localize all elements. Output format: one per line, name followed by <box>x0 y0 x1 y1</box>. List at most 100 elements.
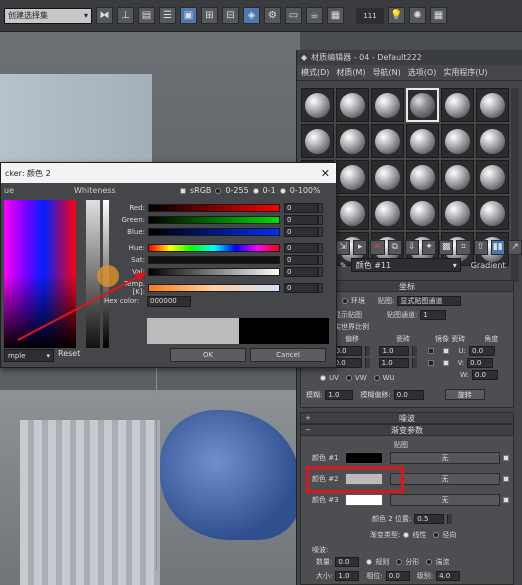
material-slot[interactable] <box>336 124 369 158</box>
wu-radio[interactable] <box>373 375 380 381</box>
color3-swatch[interactable] <box>345 494 383 506</box>
temp-slider[interactable] <box>148 283 280 292</box>
temp-input[interactable]: 0 <box>284 282 318 293</box>
material-name-field[interactable]: 颜色 #11 ▾ <box>350 258 461 272</box>
color2-position-spinner[interactable] <box>447 514 453 524</box>
tiling-u-input[interactable]: 1.0 <box>379 346 410 356</box>
angle-u-input[interactable]: 0.0 <box>468 346 495 356</box>
uv-radio[interactable] <box>320 375 326 381</box>
sat-slider[interactable] <box>148 255 280 264</box>
material-slot[interactable] <box>476 196 509 230</box>
mode-0-100-radio[interactable] <box>279 187 286 194</box>
levels-input[interactable]: 4.0 <box>436 571 461 581</box>
tiling-v-input[interactable]: 1.0 <box>378 358 409 368</box>
material-slot[interactable] <box>441 160 474 194</box>
render-icon[interactable]: ☕ <box>306 7 323 24</box>
go-sibling-icon[interactable]: ▮▮ <box>490 239 505 255</box>
material-slot[interactable] <box>476 88 509 122</box>
ok-button[interactable]: OK <box>170 348 246 362</box>
color1-map-button[interactable]: 无 <box>390 452 500 464</box>
sat-spinner[interactable] <box>318 254 323 265</box>
layer-icon[interactable]: ▤ <box>138 7 155 24</box>
angle-v-input[interactable]: 0.0 <box>467 358 494 368</box>
hue-slider[interactable] <box>148 243 280 252</box>
val-slider[interactable] <box>148 267 280 276</box>
mode-0-255-radio[interactable] <box>215 187 222 194</box>
material-editor-icon[interactable]: ◈ <box>243 7 260 24</box>
menu-options[interactable]: 选项(O) <box>408 67 437 78</box>
pick-material-icon[interactable]: ↗ <box>507 239 522 255</box>
tiling-v-spinner[interactable] <box>411 358 417 368</box>
map-type-label[interactable]: Gradient <box>471 261 506 270</box>
blue-slider[interactable] <box>148 227 280 236</box>
hex-color-input[interactable]: 000000 <box>147 296 191 307</box>
mapping-select[interactable]: 显式贴图通道 <box>397 296 462 306</box>
go-parent-icon[interactable]: ⇧ <box>473 239 488 255</box>
color2-position-input[interactable]: 0.5 <box>414 514 445 524</box>
schematic-view-icon[interactable]: ⊞ <box>201 7 218 24</box>
close-icon[interactable]: ✕ <box>321 167 330 180</box>
material-slot[interactable] <box>441 196 474 230</box>
material-slot[interactable] <box>336 88 369 122</box>
rotate-button[interactable]: 旋转 <box>444 389 485 400</box>
hue-saturation-square[interactable] <box>4 200 76 348</box>
lightbulb-icon[interactable]: 💡 <box>388 7 405 24</box>
render-frame-icon[interactable]: ▭ <box>285 7 302 24</box>
material-slot[interactable] <box>406 124 439 158</box>
offset-v-spinner[interactable] <box>364 358 370 368</box>
sun-icon[interactable]: ✺ <box>409 7 426 24</box>
menu-mode[interactable]: 模式(D) <box>301 67 329 78</box>
blur-offset-input[interactable]: 0.0 <box>393 389 424 400</box>
material-slot[interactable] <box>476 160 509 194</box>
align-icon[interactable]: ⊥ <box>117 7 134 24</box>
make-unique-icon[interactable]: ⧉ <box>387 239 402 255</box>
linear-radio[interactable] <box>403 532 410 538</box>
regular-radio[interactable] <box>366 559 373 565</box>
material-slot[interactable] <box>371 160 404 194</box>
color2-map-button[interactable]: 无 <box>390 473 500 485</box>
material-slot[interactable] <box>301 88 334 122</box>
curve-editor-icon[interactable]: ▣ <box>180 7 197 24</box>
material-slot[interactable] <box>336 160 369 194</box>
val-spinner[interactable] <box>318 266 323 277</box>
red-spinner[interactable] <box>318 202 323 213</box>
temp-spinner[interactable] <box>318 282 323 293</box>
assign-material-icon[interactable]: ▸ <box>353 239 368 255</box>
menu-material[interactable]: 材质(M) <box>336 67 365 78</box>
material-slot[interactable] <box>371 88 404 122</box>
menu-navigation[interactable]: 导航(N) <box>373 67 401 78</box>
material-slot[interactable] <box>406 160 439 194</box>
reset-button[interactable]: Reset <box>58 349 80 358</box>
size-input[interactable]: 1.0 <box>335 571 360 581</box>
render-iterative-icon[interactable]: ▦ <box>327 7 344 24</box>
material-effects-icon[interactable]: ✦ <box>421 239 437 255</box>
green-slider[interactable] <box>148 215 280 224</box>
selection-set-dropdown[interactable]: 创建选择集 ▾ <box>4 7 92 24</box>
noise-rollout-header[interactable]: + 噪波 <box>301 413 513 424</box>
hue-spinner[interactable] <box>318 242 323 253</box>
grid-icon[interactable]: ▦ <box>430 7 447 24</box>
material-slot[interactable] <box>406 88 439 122</box>
material-slot[interactable] <box>371 124 404 158</box>
turbulence-radio[interactable] <box>426 559 433 565</box>
delete-icon[interactable]: ✕ <box>370 239 385 255</box>
mirror-u-checkbox[interactable] <box>428 348 435 354</box>
gradient-params-header[interactable]: − 渐变参数 <box>301 425 513 436</box>
color1-map-checkbox[interactable] <box>503 455 509 461</box>
val-input[interactable]: 0 <box>284 266 318 277</box>
blue-spinner[interactable] <box>318 226 323 237</box>
blue-input[interactable]: 0 <box>284 226 318 237</box>
mode-0-1-radio[interactable] <box>252 187 259 194</box>
material-slot[interactable] <box>301 124 334 158</box>
show-map-icon[interactable]: ▩ <box>439 239 454 255</box>
fractal-radio[interactable] <box>396 559 403 565</box>
tiling-u-spinner[interactable] <box>412 346 418 356</box>
environment-radio[interactable] <box>342 298 348 304</box>
scene-explorer-icon[interactable]: ☰ <box>159 7 176 24</box>
color3-map-checkbox[interactable] <box>503 497 509 503</box>
blur-input[interactable]: 1.0 <box>325 389 354 400</box>
mirror-icon[interactable]: ⧓ <box>96 7 113 24</box>
hue-input[interactable]: 0 <box>284 242 318 253</box>
material-slot[interactable] <box>406 196 439 230</box>
cancel-button[interactable]: Cancel <box>250 348 326 362</box>
